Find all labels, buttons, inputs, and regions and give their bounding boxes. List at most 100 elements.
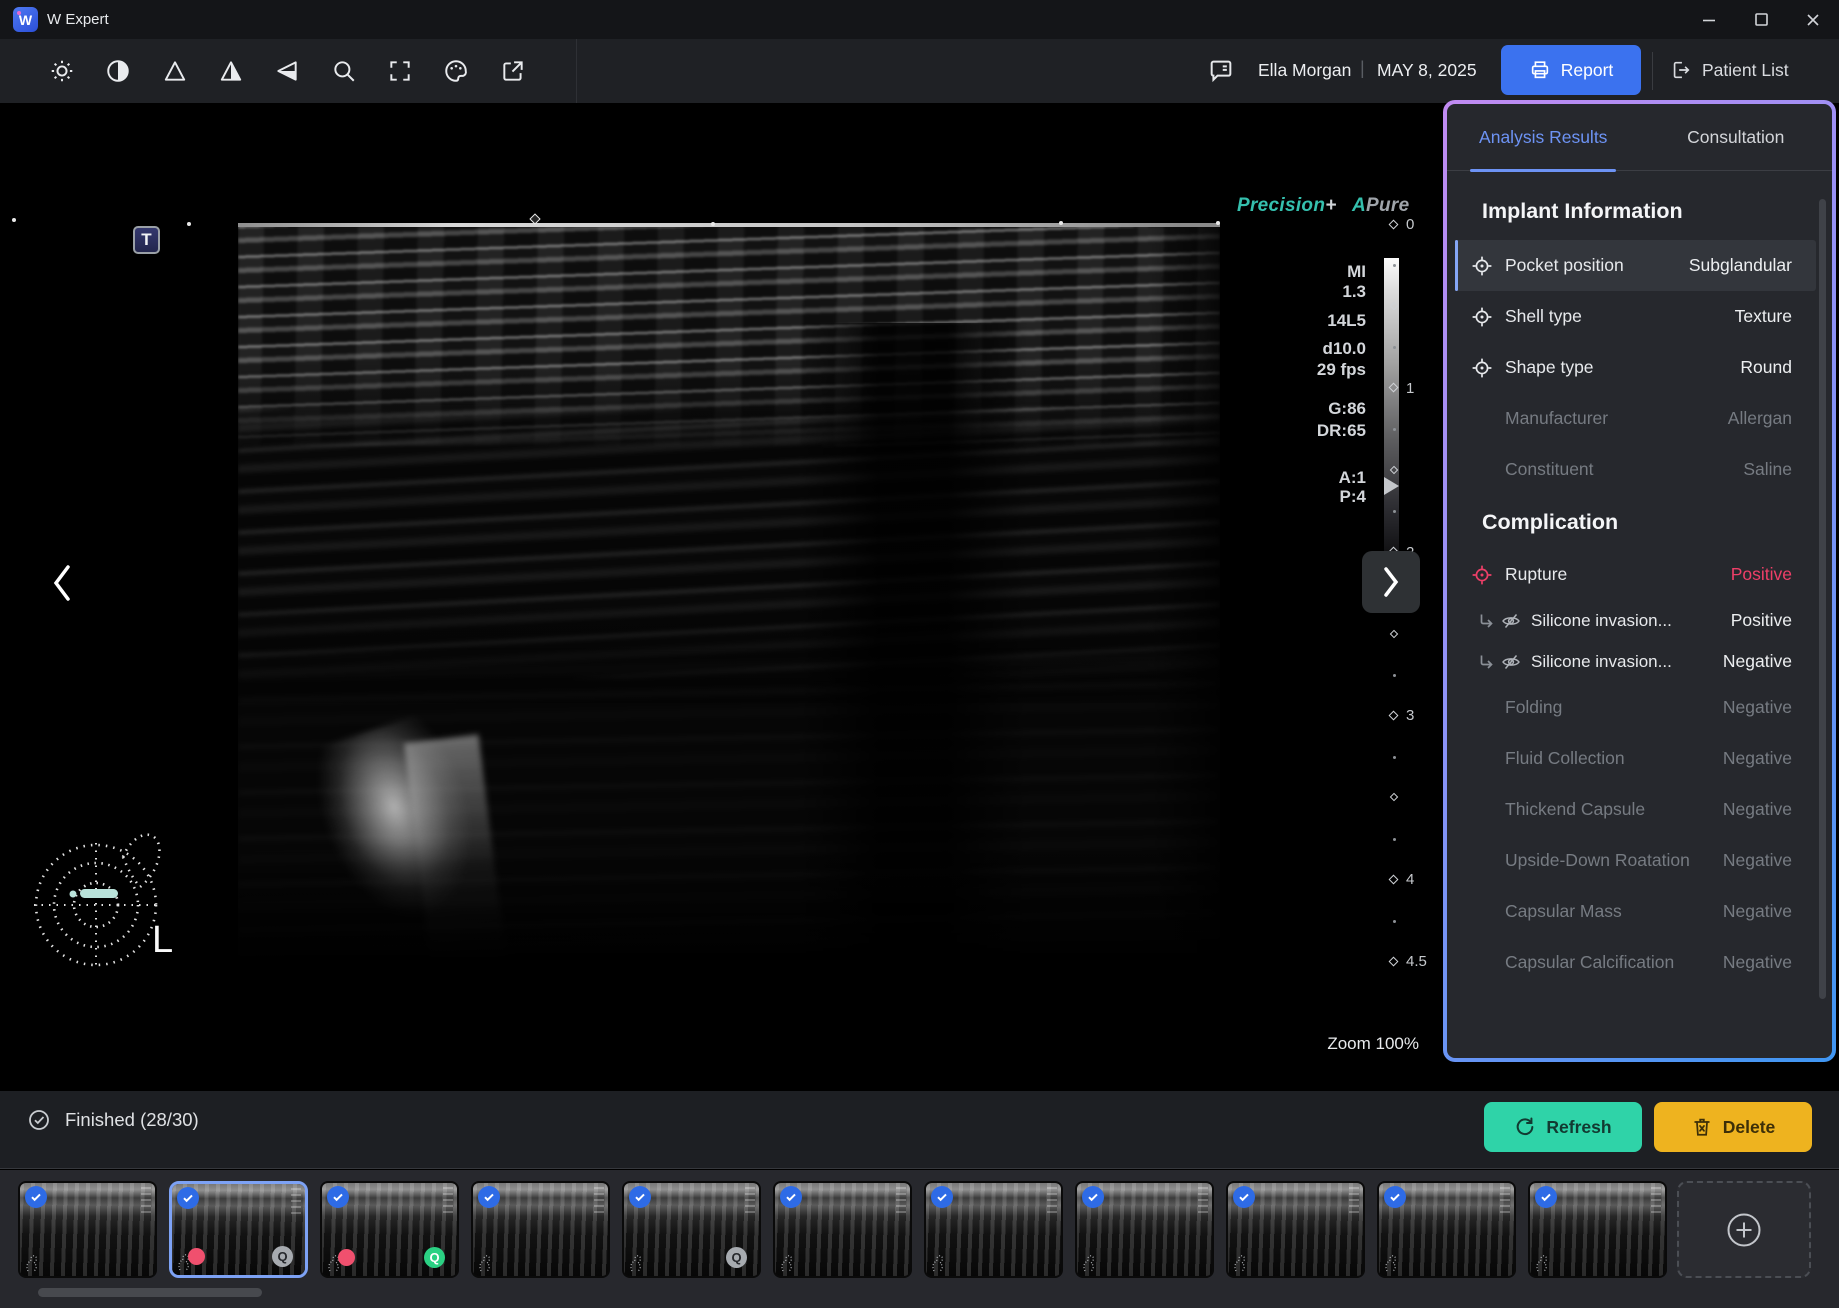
row-value: Negative bbox=[1723, 651, 1792, 672]
tgc-triangle-button[interactable] bbox=[153, 49, 197, 93]
thumbnail-check-badge bbox=[780, 1186, 802, 1208]
refresh-button[interactable]: Refresh bbox=[1484, 1102, 1642, 1152]
row-value: Saline bbox=[1743, 459, 1792, 480]
thumbnail-check-badge bbox=[1384, 1186, 1406, 1208]
thumbnail[interactable]: Q bbox=[773, 1181, 912, 1278]
previous-image-button[interactable] bbox=[40, 551, 84, 615]
analysis-row[interactable]: Rupture Positive bbox=[1455, 549, 1816, 600]
analysis-row[interactable]: Thickend Capsule Negative bbox=[1455, 784, 1816, 835]
contrast-button[interactable] bbox=[96, 49, 140, 93]
delete-button[interactable]: Delete bbox=[1654, 1102, 1812, 1152]
panel-scrollbar[interactable] bbox=[1819, 199, 1826, 999]
panel-tabbar: Analysis Results Consultation bbox=[1447, 104, 1832, 171]
thumb-body-marker-icon bbox=[1535, 1253, 1549, 1273]
row-value: Negative bbox=[1723, 748, 1792, 769]
next-image-button[interactable] bbox=[1362, 551, 1420, 613]
row-label: Shape type bbox=[1505, 357, 1594, 378]
analysis-row[interactable]: Constituent Saline bbox=[1455, 444, 1816, 495]
close-button[interactable] bbox=[1787, 0, 1839, 39]
thumbnail[interactable]: Q bbox=[18, 1181, 157, 1278]
row-value: Positive bbox=[1731, 610, 1792, 631]
row-value: Subglandular bbox=[1689, 255, 1792, 276]
report-button[interactable]: Report bbox=[1501, 45, 1641, 95]
thumbnail-q-badge: Q bbox=[726, 1247, 747, 1268]
patient-name: Ella Morgan bbox=[1258, 60, 1351, 81]
check-icon bbox=[936, 1191, 948, 1203]
precision-text: Precision bbox=[1237, 195, 1325, 216]
thumbnail[interactable]: Q bbox=[1528, 1181, 1667, 1278]
refresh-icon bbox=[1514, 1116, 1536, 1138]
check-icon bbox=[1238, 1191, 1250, 1203]
ruler-mark bbox=[1389, 219, 1399, 229]
ruler-mark bbox=[1389, 956, 1399, 966]
export-button[interactable] bbox=[491, 49, 535, 93]
check-icon bbox=[1540, 1191, 1552, 1203]
toolbar-vertical-separator bbox=[1652, 52, 1653, 90]
maximize-icon bbox=[1754, 12, 1769, 27]
thumbnail[interactable]: Q bbox=[1075, 1181, 1214, 1278]
analysis-row[interactable]: Pocket position Subglandular bbox=[1455, 240, 1816, 291]
fullscreen-button[interactable] bbox=[378, 49, 422, 93]
patient-date-separator: | bbox=[1360, 58, 1365, 79]
brightness-button[interactable] bbox=[40, 49, 84, 93]
row-label: Capsular Calcification bbox=[1505, 952, 1674, 973]
ruler-mark bbox=[1389, 874, 1399, 884]
row-icon bbox=[1501, 611, 1521, 631]
minimize-button[interactable] bbox=[1683, 0, 1735, 39]
analysis-row[interactable]: Capsular Calcification Negative bbox=[1455, 937, 1816, 988]
target-icon bbox=[1471, 564, 1493, 586]
thumbnail-check-badge bbox=[327, 1186, 349, 1208]
thumbnail[interactable]: Q bbox=[1226, 1181, 1365, 1278]
analysis-row[interactable]: Folding Negative bbox=[1455, 682, 1816, 733]
row-value: Round bbox=[1740, 357, 1792, 378]
fullscreen-icon bbox=[387, 58, 413, 84]
target-icon bbox=[1471, 255, 1493, 277]
ruler-label: 4.5 bbox=[1406, 953, 1427, 970]
zoom-search-button[interactable] bbox=[322, 49, 366, 93]
thumbnail[interactable]: Q bbox=[1377, 1181, 1516, 1278]
maximize-button[interactable] bbox=[1735, 0, 1787, 39]
corner-arrow-icon bbox=[1477, 612, 1495, 630]
patient-list-button[interactable]: Patient List bbox=[1662, 45, 1797, 95]
row-label: Silicone invasion... bbox=[1531, 611, 1672, 631]
minimize-icon bbox=[1701, 12, 1717, 28]
analysis-row[interactable]: Silicone invasion... Negative bbox=[1455, 641, 1816, 682]
thumbnail-check-badge bbox=[931, 1186, 953, 1208]
consult-chat-icon[interactable] bbox=[1207, 57, 1235, 85]
analysis-row[interactable]: Silicone invasion... Positive bbox=[1455, 600, 1816, 641]
thumbnail[interactable]: Q bbox=[320, 1181, 459, 1278]
tab-consultation[interactable]: Consultation bbox=[1640, 104, 1833, 170]
exam-date: MAY 8, 2025 bbox=[1377, 60, 1477, 81]
analysis-row[interactable]: Manufacturer Allergan bbox=[1455, 393, 1816, 444]
orientation-flip-button[interactable] bbox=[265, 49, 309, 93]
thumbnail[interactable]: Q bbox=[471, 1181, 610, 1278]
filmstrip-scrollbar[interactable] bbox=[38, 1288, 262, 1297]
row-label: Constituent bbox=[1505, 459, 1594, 480]
panel-body: Implant Information Pocket position Subg… bbox=[1447, 172, 1832, 1058]
row-label: Rupture bbox=[1505, 564, 1567, 585]
thumbnail[interactable]: Q bbox=[169, 1181, 308, 1278]
report-label: Report bbox=[1561, 60, 1614, 81]
focus-marker bbox=[12, 218, 16, 222]
complication-rows: Rupture Positive Silicone invasion... Po… bbox=[1455, 549, 1816, 988]
thumb-body-marker-icon bbox=[931, 1253, 945, 1273]
focus-marker bbox=[1216, 221, 1220, 225]
thumbnail[interactable]: Q bbox=[924, 1181, 1063, 1278]
analysis-row[interactable]: Upside-Down Roatation Negative bbox=[1455, 835, 1816, 886]
analysis-row[interactable]: Fluid Collection Negative bbox=[1455, 733, 1816, 784]
palette-button[interactable] bbox=[434, 49, 478, 93]
analysis-row[interactable]: Shape type Round bbox=[1455, 342, 1816, 393]
param-probe: 14L5 bbox=[1240, 311, 1366, 331]
ultrasound-image[interactable] bbox=[238, 223, 1220, 963]
zoom-search-icon bbox=[331, 58, 357, 84]
ruler-label: 0 bbox=[1406, 216, 1414, 233]
tab-analysis-results[interactable]: Analysis Results bbox=[1447, 104, 1640, 170]
analysis-row[interactable]: Shell type Texture bbox=[1455, 291, 1816, 342]
ruler-mark bbox=[1389, 710, 1399, 720]
thumbnail[interactable]: Q bbox=[622, 1181, 761, 1278]
apure-a: A bbox=[1352, 195, 1366, 216]
ruler-tick-dot bbox=[1393, 756, 1396, 759]
add-image-button[interactable] bbox=[1677, 1181, 1811, 1278]
flip-horizontal-button[interactable] bbox=[209, 49, 253, 93]
analysis-row[interactable]: Capsular Mass Negative bbox=[1455, 886, 1816, 937]
